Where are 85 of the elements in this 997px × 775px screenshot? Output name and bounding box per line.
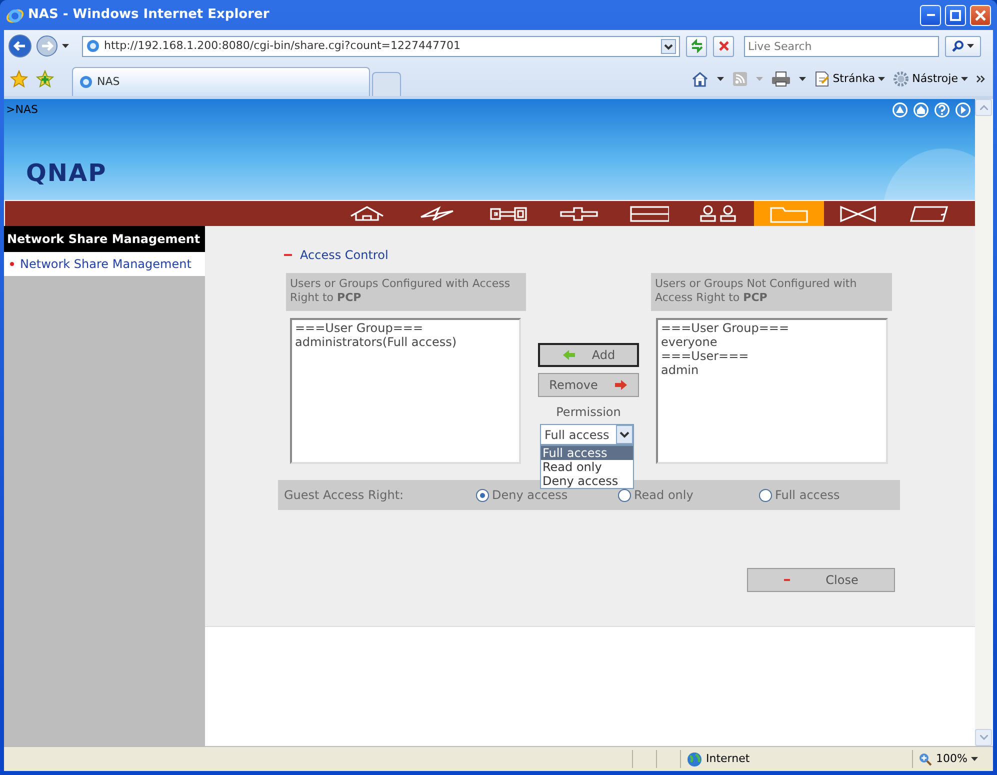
permission-select[interactable]: Full access bbox=[540, 424, 634, 445]
search-field[interactable]: Live Search bbox=[744, 36, 939, 56]
guest-access-label: Guest Access Right: bbox=[284, 487, 405, 504]
add-button[interactable]: Add bbox=[538, 343, 639, 367]
forward-icon[interactable] bbox=[36, 35, 58, 57]
toolbar-menu[interactable]: Nástroje bbox=[893, 70, 968, 88]
refresh-button[interactable] bbox=[686, 36, 707, 56]
minimize-button[interactable] bbox=[920, 4, 941, 26]
dropdown-icon bbox=[616, 425, 632, 444]
drive-icon bbox=[629, 204, 669, 224]
sidebar-item[interactable]: Network Share Management bbox=[4, 252, 205, 276]
dropdown-icon[interactable] bbox=[661, 38, 676, 54]
toolbar-menu[interactable]: Stránka bbox=[814, 70, 886, 88]
list-item[interactable]: everyone bbox=[661, 335, 883, 349]
stop-icon bbox=[718, 40, 730, 52]
search-button[interactable] bbox=[945, 36, 981, 56]
list-item[interactable]: ===User Group=== bbox=[661, 321, 883, 335]
globe-icon bbox=[687, 752, 702, 766]
page-icon bbox=[814, 71, 830, 87]
dash-icon bbox=[784, 579, 790, 581]
list-box[interactable]: ===User Group=== administrators(Full access) bbox=[290, 318, 521, 464]
address-field[interactable]: http://192.168.1.200:8080/cgi-bin/share.cgi?count=1227447701 bbox=[82, 36, 680, 56]
logo: QNAP bbox=[26, 158, 107, 189]
caret-icon[interactable] bbox=[62, 43, 70, 49]
back-icon[interactable] bbox=[8, 34, 32, 58]
dropdown-option[interactable]: Deny access bbox=[540, 474, 632, 488]
sidebar-title: Network Share Management bbox=[4, 226, 205, 252]
list-item[interactable]: ===User=== bbox=[661, 349, 883, 363]
right-arrow-icon bbox=[614, 379, 628, 391]
page-icon bbox=[79, 75, 93, 89]
list-box[interactable]: ===User Group=== everyone ===User=== admin bbox=[656, 318, 888, 464]
dropdown-option[interactable]: Read only bbox=[540, 460, 632, 474]
bullet-icon bbox=[10, 262, 14, 266]
caret-icon[interactable] bbox=[971, 756, 978, 762]
more-icon[interactable] bbox=[976, 75, 985, 83]
caret-icon bbox=[878, 76, 886, 82]
caret-icon[interactable] bbox=[798, 76, 806, 82]
collapse-icon bbox=[284, 251, 292, 259]
maximize-icon bbox=[950, 10, 961, 20]
refresh-icon bbox=[690, 39, 704, 53]
caret-icon bbox=[961, 76, 968, 82]
left-arrow-icon bbox=[562, 349, 576, 361]
zoom-level[interactable]: 100% bbox=[936, 750, 968, 768]
home-icon[interactable] bbox=[690, 71, 709, 87]
browser-tab[interactable]: NAS bbox=[72, 67, 370, 96]
stop-button[interactable] bbox=[713, 36, 734, 56]
printer-icon[interactable] bbox=[770, 71, 791, 87]
bowtie-icon bbox=[839, 204, 879, 224]
add-favorite-icon[interactable] bbox=[36, 70, 54, 88]
radio-button[interactable] bbox=[759, 488, 772, 502]
breadcrumb: >NAS bbox=[6, 102, 38, 118]
up-icon[interactable] bbox=[892, 102, 908, 118]
close-icon bbox=[975, 10, 986, 20]
card-icon bbox=[909, 204, 949, 224]
zoom-icon[interactable] bbox=[919, 752, 932, 766]
dropdown-option[interactable]: Full access bbox=[540, 446, 632, 460]
caret-icon[interactable] bbox=[716, 76, 724, 82]
favorites-star-icon[interactable] bbox=[10, 70, 28, 88]
page-icon bbox=[86, 39, 100, 53]
list-item[interactable]: ===User Group=== bbox=[295, 321, 516, 335]
radio-button[interactable] bbox=[476, 488, 489, 502]
radio-label: Full access bbox=[775, 487, 840, 504]
list-heading: Users or Groups Configured with Access Right to PCP bbox=[286, 273, 526, 311]
section-toggle[interactable]: Access Control bbox=[284, 246, 900, 264]
search-icon bbox=[952, 40, 964, 52]
home-icon[interactable] bbox=[913, 102, 929, 118]
list-item[interactable]: admin bbox=[661, 363, 883, 377]
list-item[interactable]: administrators(Full access) bbox=[295, 335, 516, 349]
radio-button[interactable] bbox=[618, 488, 631, 502]
permission-label: Permission bbox=[556, 404, 621, 421]
list-heading: Users or Groups Not Configured with Access Right to PCP bbox=[651, 273, 892, 311]
minimize-icon bbox=[926, 14, 934, 16]
zone-label: Internet bbox=[706, 750, 750, 767]
caret-icon bbox=[967, 44, 974, 48]
window-title: NAS - Windows Internet Explorer bbox=[28, 6, 270, 24]
gear-icon bbox=[893, 71, 910, 87]
maximize-button[interactable] bbox=[945, 4, 966, 26]
help-icon[interactable] bbox=[934, 102, 950, 118]
remove-button[interactable]: Remove bbox=[538, 373, 639, 397]
next-icon[interactable] bbox=[955, 102, 971, 118]
radio-label: Deny access bbox=[492, 488, 568, 504]
radio-label: Read only bbox=[634, 487, 694, 504]
close-button[interactable]: Close bbox=[747, 568, 895, 592]
close-button[interactable] bbox=[970, 4, 991, 26]
users-icon bbox=[699, 204, 739, 224]
